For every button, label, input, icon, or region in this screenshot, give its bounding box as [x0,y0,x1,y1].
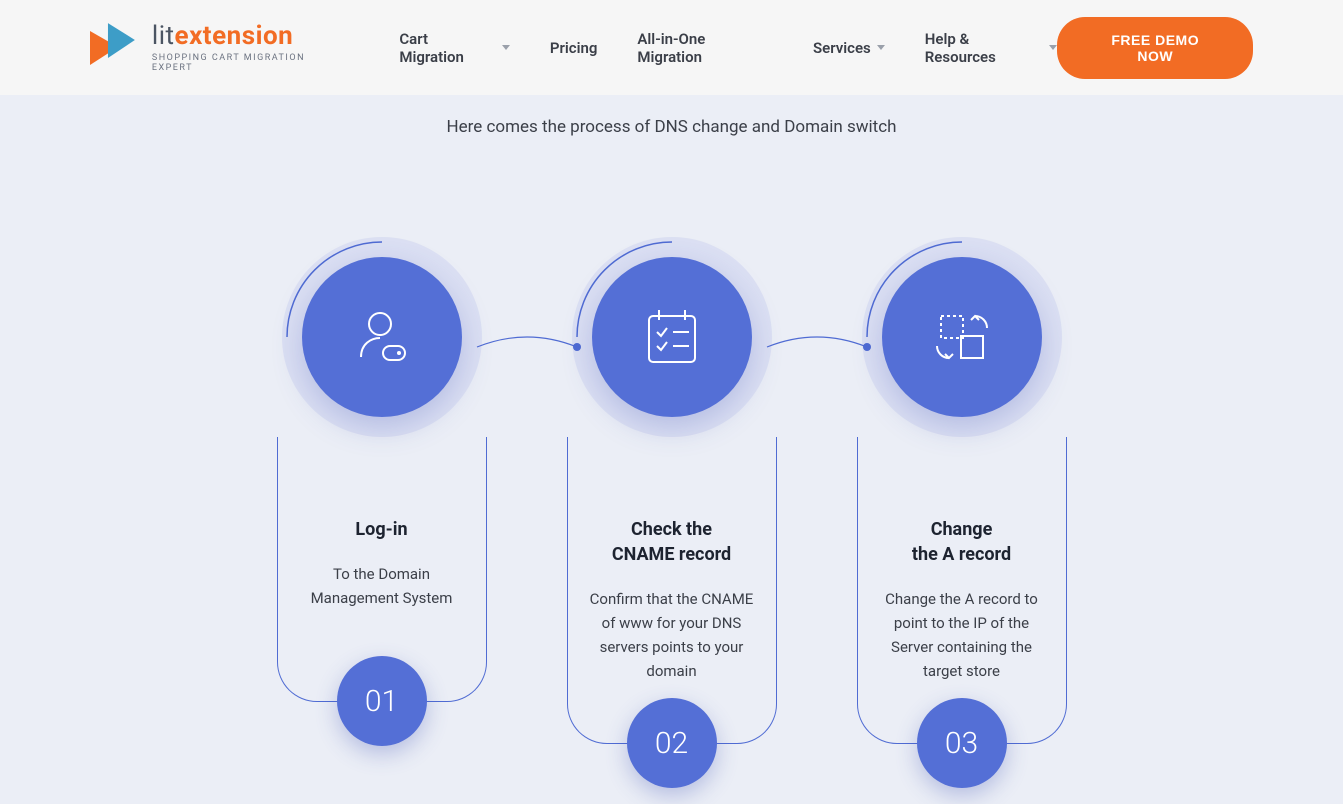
logo-mark-icon [90,23,140,73]
connector-line [477,337,577,357]
step-1: Log-in To the Domain Management System 0… [277,237,487,744]
step-title: Check theCNAME record [583,517,761,567]
brand-tagline: SHOPPING CART MIGRATION EXPERT [152,53,349,73]
nav-help-label: Help & Resources [925,30,1044,66]
nav-cart-migration-label: Cart Migration [399,30,495,66]
nav-all-in-one-label: All-in-One Migration [637,30,773,66]
step-number: 01 [337,656,427,746]
login-icon [302,257,462,417]
nav-all-in-one[interactable]: All-in-One Migration [637,30,773,66]
step-card: Log-in To the Domain Management System 0… [277,437,487,702]
header: litextension SHOPPING CART MIGRATION EXP… [0,0,1343,95]
connector-line [767,337,867,357]
step-desc: Change the A record to point to the IP o… [873,587,1051,683]
chevron-down-icon [877,45,885,50]
step-desc: To the Domain Management System [293,562,471,610]
chevron-down-icon [1049,45,1057,50]
page-subtitle: Here comes the process of DNS change and… [0,95,1343,137]
nav-services-label: Services [813,39,871,57]
logo[interactable]: litextension SHOPPING CART MIGRATION EXP… [90,23,349,73]
swap-icon [882,257,1042,417]
step-number: 02 [627,698,717,788]
free-demo-button[interactable]: FREE DEMO NOW [1057,17,1253,79]
step-3: Changethe A record Change the A record t… [857,237,1067,744]
brand-ext: extension [175,21,294,51]
nav-help[interactable]: Help & Resources [925,30,1058,66]
steps-container: Log-in To the Domain Management System 0… [0,237,1343,804]
step-desc: Confirm that the CNAME of www for your D… [583,587,761,683]
step-number: 03 [917,698,1007,788]
step-card: Changethe A record Change the A record t… [857,437,1067,744]
nav-pricing-label: Pricing [550,39,598,57]
step-2: Check theCNAME record Confirm that the C… [567,237,777,744]
nav-cart-migration[interactable]: Cart Migration [399,30,509,66]
checklist-icon [592,257,752,417]
step-card: Check theCNAME record Confirm that the C… [567,437,777,744]
chevron-down-icon [502,45,510,50]
main-nav: Cart Migration Pricing All-in-One Migrat… [399,30,1057,66]
logo-text: litextension SHOPPING CART MIGRATION EXP… [152,23,349,73]
brand-lit: lit [152,21,175,51]
step-title: Changethe A record [873,517,1051,567]
nav-services[interactable]: Services [813,39,885,57]
step-title: Log-in [293,517,471,542]
nav-pricing[interactable]: Pricing [550,39,598,57]
